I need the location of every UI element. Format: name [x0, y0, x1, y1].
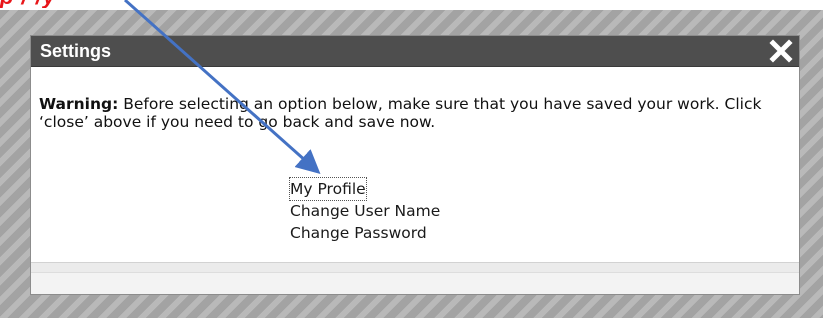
warning-message: Warning: Before selecting an option belo…	[39, 95, 779, 131]
close-button[interactable]	[769, 39, 793, 63]
settings-dialog: Settings Warning: Before selecting an op…	[30, 35, 800, 295]
warning-text: Before selecting an option below, make s…	[39, 95, 762, 131]
dialog-title: Settings	[40, 41, 112, 61]
option-my-profile[interactable]: My Profile	[289, 177, 367, 201]
annotation-caption: p / /y	[0, 0, 56, 8]
dialog-footer	[31, 272, 799, 294]
top-strip	[0, 0, 823, 10]
dialog-footer-divider	[31, 262, 799, 272]
option-change-user-name[interactable]: Change User Name	[290, 200, 440, 222]
warning-label: Warning:	[39, 95, 119, 113]
option-change-password[interactable]: Change Password	[290, 222, 440, 244]
dialog-titlebar: Settings	[31, 36, 799, 67]
close-x-icon	[769, 39, 793, 63]
settings-options: My Profile Change User Name Change Passw…	[289, 177, 440, 244]
